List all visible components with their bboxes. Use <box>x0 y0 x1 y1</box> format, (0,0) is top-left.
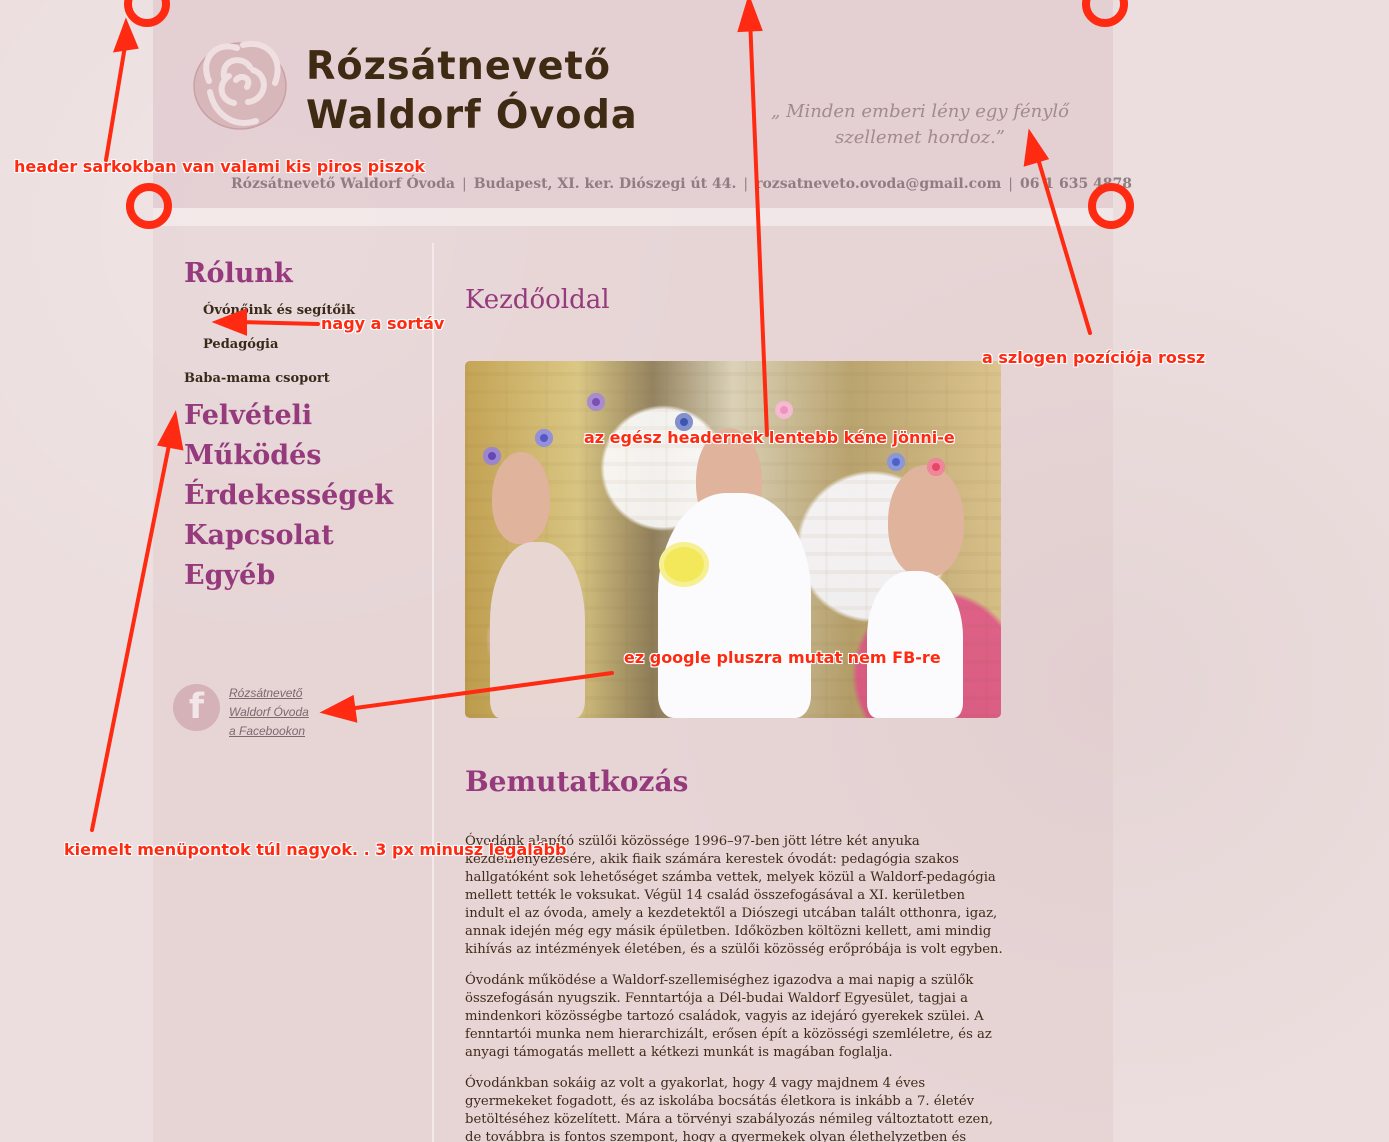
child-figure <box>888 465 964 577</box>
section-title: Bemutatkozás <box>465 765 689 798</box>
flower-crown-flower <box>535 429 553 447</box>
flower-crown-flower <box>775 401 793 419</box>
facebook-link-text[interactable]: Rózsátnevető Waldorf Óvoda a Facebookon <box>229 684 309 741</box>
article-body: Óvodánk alapító szülői közössége 1996–97… <box>465 833 1005 1142</box>
page: Rózsátnevető Waldorf Óvoda „ Minden embe… <box>0 0 1389 1142</box>
flower-bouquet <box>659 542 709 587</box>
child-dress <box>658 493 811 718</box>
child-dress <box>490 542 585 718</box>
page-title: Kezdőoldal <box>465 285 610 315</box>
annotation-google-plus: ez google pluszra mutat nem FB-re <box>624 648 941 667</box>
site-title-line-2: Waldorf Óvoda <box>306 93 638 138</box>
contact-phone: 06 1 635 4878 <box>1020 176 1133 192</box>
nav-mukodes[interactable]: Működés <box>184 436 393 476</box>
annotation-header-corners: header sarkokban van valami kis piros pi… <box>14 157 426 176</box>
contact-separator: | <box>461 176 467 192</box>
red-arrow-head <box>112 17 139 53</box>
nav-egyeb[interactable]: Egyéb <box>184 556 393 596</box>
flower-crown-flower <box>927 458 945 476</box>
facebook-link-line-2: Waldorf Óvoda <box>229 705 309 719</box>
annotation-slogan-position: a szlogen pozíciója rossz <box>982 348 1206 367</box>
annotation-header-lower: az egész headernek lentebb kéne jönni-e <box>584 428 955 447</box>
nav-felveteli[interactable]: Felvételi <box>184 396 393 436</box>
facebook-link-line-3: a Facebookon <box>229 724 306 738</box>
facebook-icon[interactable]: f <box>173 684 220 731</box>
facebook-link-line-1: Rózsátnevető <box>229 686 303 700</box>
child-dress <box>867 571 963 718</box>
site-title-line-1: Rózsátnevető <box>306 44 612 89</box>
nav-pedagogia[interactable]: Pedagógia <box>203 328 393 362</box>
annotation-line-spacing: nagy a sortáv <box>321 314 445 333</box>
sidebar-navigation: Rólunk Óvónőink és segítőik Pedagógia Ba… <box>184 254 393 596</box>
facebook-link[interactable]: f Rózsátnevető Waldorf Óvoda a Facebooko… <box>173 684 353 754</box>
flower-crown-flower <box>887 453 905 471</box>
contact-separator: | <box>1008 176 1013 192</box>
nav-rolunk[interactable]: Rólunk <box>184 254 393 294</box>
flower-crown-flower <box>483 447 501 465</box>
nav-baba-mama-csoport[interactable]: Baba-mama csoport <box>184 362 393 396</box>
red-arrow-line <box>104 38 128 162</box>
header-contact-line: Rózsátnevető Waldorf Óvoda | Budapest, XI.… <box>231 176 1132 192</box>
contact-email-link[interactable]: rozsatneveto.ovoda@gmail.com <box>755 176 1001 192</box>
contact-name: Rózsátnevető Waldorf Óvoda <box>231 176 455 192</box>
article-paragraph: Óvodánk működése a Waldorf-szellemiséghe… <box>465 973 992 1060</box>
nav-erdekessegek[interactable]: Érdekességek <box>184 476 393 516</box>
contact-separator: | <box>743 176 749 192</box>
header-separator <box>153 208 1113 226</box>
annotation-menu-size: kiemelt menüpontok túl nagyok. . 3 px mi… <box>64 840 567 859</box>
sidebar-divider <box>432 243 434 1142</box>
site-title[interactable]: Rózsátnevető Waldorf Óvoda <box>306 42 638 140</box>
article-paragraph: Óvodánkban sokáig az volt a gyakorlat, h… <box>465 1076 994 1142</box>
nav-kapcsolat[interactable]: Kapcsolat <box>184 516 393 556</box>
child-figure <box>492 452 550 544</box>
rose-logo-icon[interactable] <box>191 33 289 135</box>
flower-crown-flower <box>587 393 605 411</box>
header-slogan: „ Minden emberi lény egy fénylő szelleme… <box>771 101 1069 148</box>
contact-address: Budapest, XI. ker. Diószegi út 44. <box>473 176 737 192</box>
